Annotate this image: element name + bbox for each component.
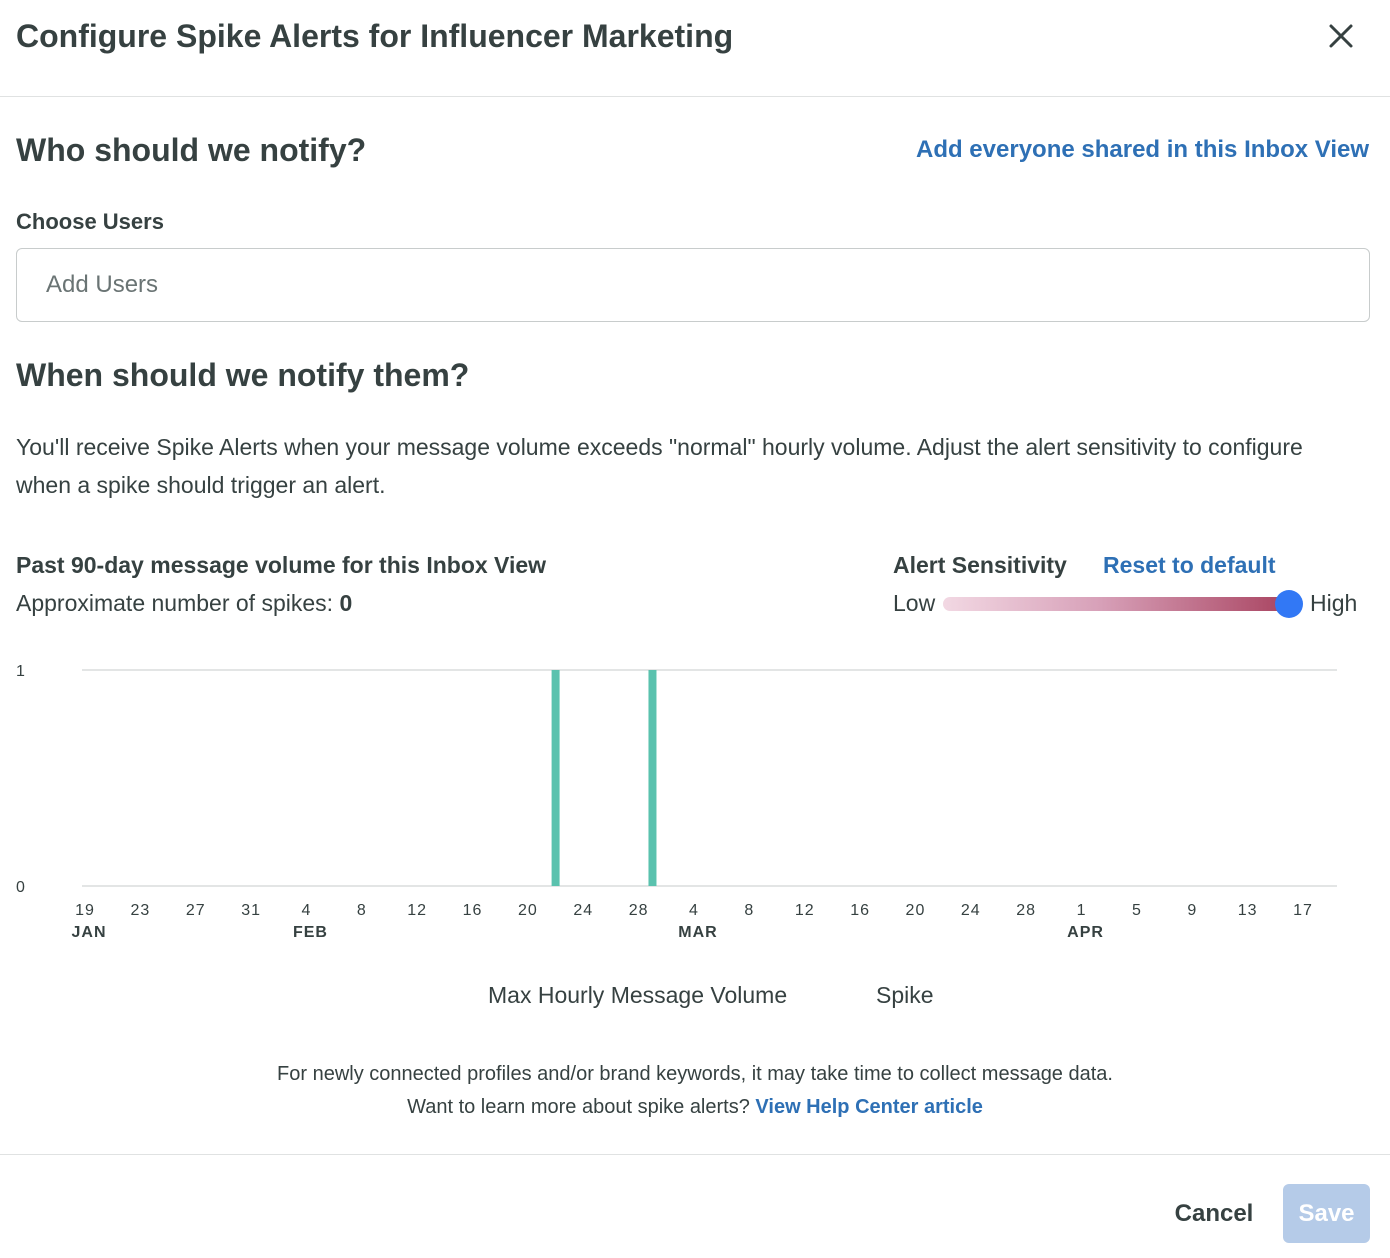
x-tick-label: 20	[906, 902, 926, 919]
x-tick-label: 31	[241, 902, 261, 919]
x-tick-label: 23	[130, 902, 150, 919]
volume-chart: 0 1 19 23 27 31 4 8 12 16 20 24 28 4 8 12 16 20 24 28 1 5 9 13 1…	[16, 663, 1337, 941]
help-note-prefix: Want to learn more about spike alerts?	[407, 1096, 750, 1118]
save-button[interactable]: Save	[1283, 1184, 1370, 1243]
spikes-label: Approximate number of spikes:	[16, 590, 334, 616]
x-tick-label: 12	[795, 902, 815, 919]
cancel-button[interactable]: Cancel	[1162, 1186, 1266, 1242]
x-tick-label: 20	[518, 902, 538, 919]
close-button[interactable]	[1320, 16, 1362, 58]
x-tick-label: 8	[357, 902, 367, 919]
data-collection-note: For newly connected profiles and/or bran…	[277, 1063, 1113, 1085]
y-tick-label: 0	[16, 879, 26, 896]
spikes-summary: Approximate number of spikes: 0	[16, 590, 352, 617]
x-tick-label: 1	[1077, 902, 1087, 919]
spike-alert-description: You'll receive Spike Alerts when your me…	[16, 434, 1303, 498]
x-tick-label: 19	[75, 902, 95, 919]
x-tick-label: 16	[463, 902, 483, 919]
month-label: JAN	[71, 924, 106, 941]
notify-heading: Who should we notify?	[16, 132, 367, 168]
spikes-count: 0	[339, 590, 353, 616]
help-center-link[interactable]: View Help Center article	[755, 1096, 983, 1118]
close-icon	[1329, 24, 1353, 48]
month-label: FEB	[293, 924, 328, 941]
sensitivity-slider-track[interactable]	[943, 597, 1293, 611]
volume-bar	[648, 670, 657, 886]
x-tick-label: 4	[689, 902, 699, 919]
x-tick-label: 24	[573, 902, 593, 919]
dialog-title: Configure Spike Alerts for Influencer Ma…	[16, 18, 734, 54]
when-heading: When should we notify them?	[16, 357, 470, 393]
legend-max-hourly-volume: Max Hourly Message Volume	[488, 982, 788, 1008]
choose-users-label: Choose Users	[16, 209, 164, 234]
sensitivity-high-label: High	[1310, 590, 1358, 616]
x-tick-label: 9	[1187, 902, 1197, 919]
x-tick-label: 8	[744, 902, 754, 919]
x-tick-label: 27	[186, 902, 206, 919]
x-tick-label: 16	[850, 902, 870, 919]
volume-bar	[551, 670, 560, 886]
help-center-note: Want to learn more about spike alerts? V…	[0, 1096, 1390, 1119]
legend-spike: Spike	[876, 982, 934, 1008]
add-users-input[interactable]	[16, 248, 1370, 322]
volume-chart-title: Past 90-day message volume for this Inbo…	[16, 552, 547, 578]
alert-sensitivity-label: Alert Sensitivity	[893, 552, 1067, 578]
x-tick-label: 13	[1238, 902, 1258, 919]
add-everyone-link[interactable]: Add everyone shared in this Inbox View	[916, 136, 1369, 164]
reset-to-default-link[interactable]: Reset to default	[1103, 552, 1276, 579]
sensitivity-low-label: Low	[893, 590, 936, 616]
y-tick-label: 1	[16, 663, 26, 680]
month-label: MAR	[678, 924, 717, 941]
x-tick-label: 4	[302, 902, 312, 919]
x-tick-label: 12	[407, 902, 427, 919]
x-tick-label: 28	[629, 902, 649, 919]
x-tick-label: 17	[1293, 902, 1313, 919]
x-tick-label: 24	[961, 902, 981, 919]
month-label: APR	[1067, 924, 1104, 941]
sensitivity-slider-thumb[interactable]	[1275, 590, 1303, 618]
x-tick-label: 5	[1132, 902, 1142, 919]
x-tick-label: 28	[1016, 902, 1036, 919]
dialog-header: Configure Spike Alerts for Influencer Ma…	[0, 0, 1390, 97]
